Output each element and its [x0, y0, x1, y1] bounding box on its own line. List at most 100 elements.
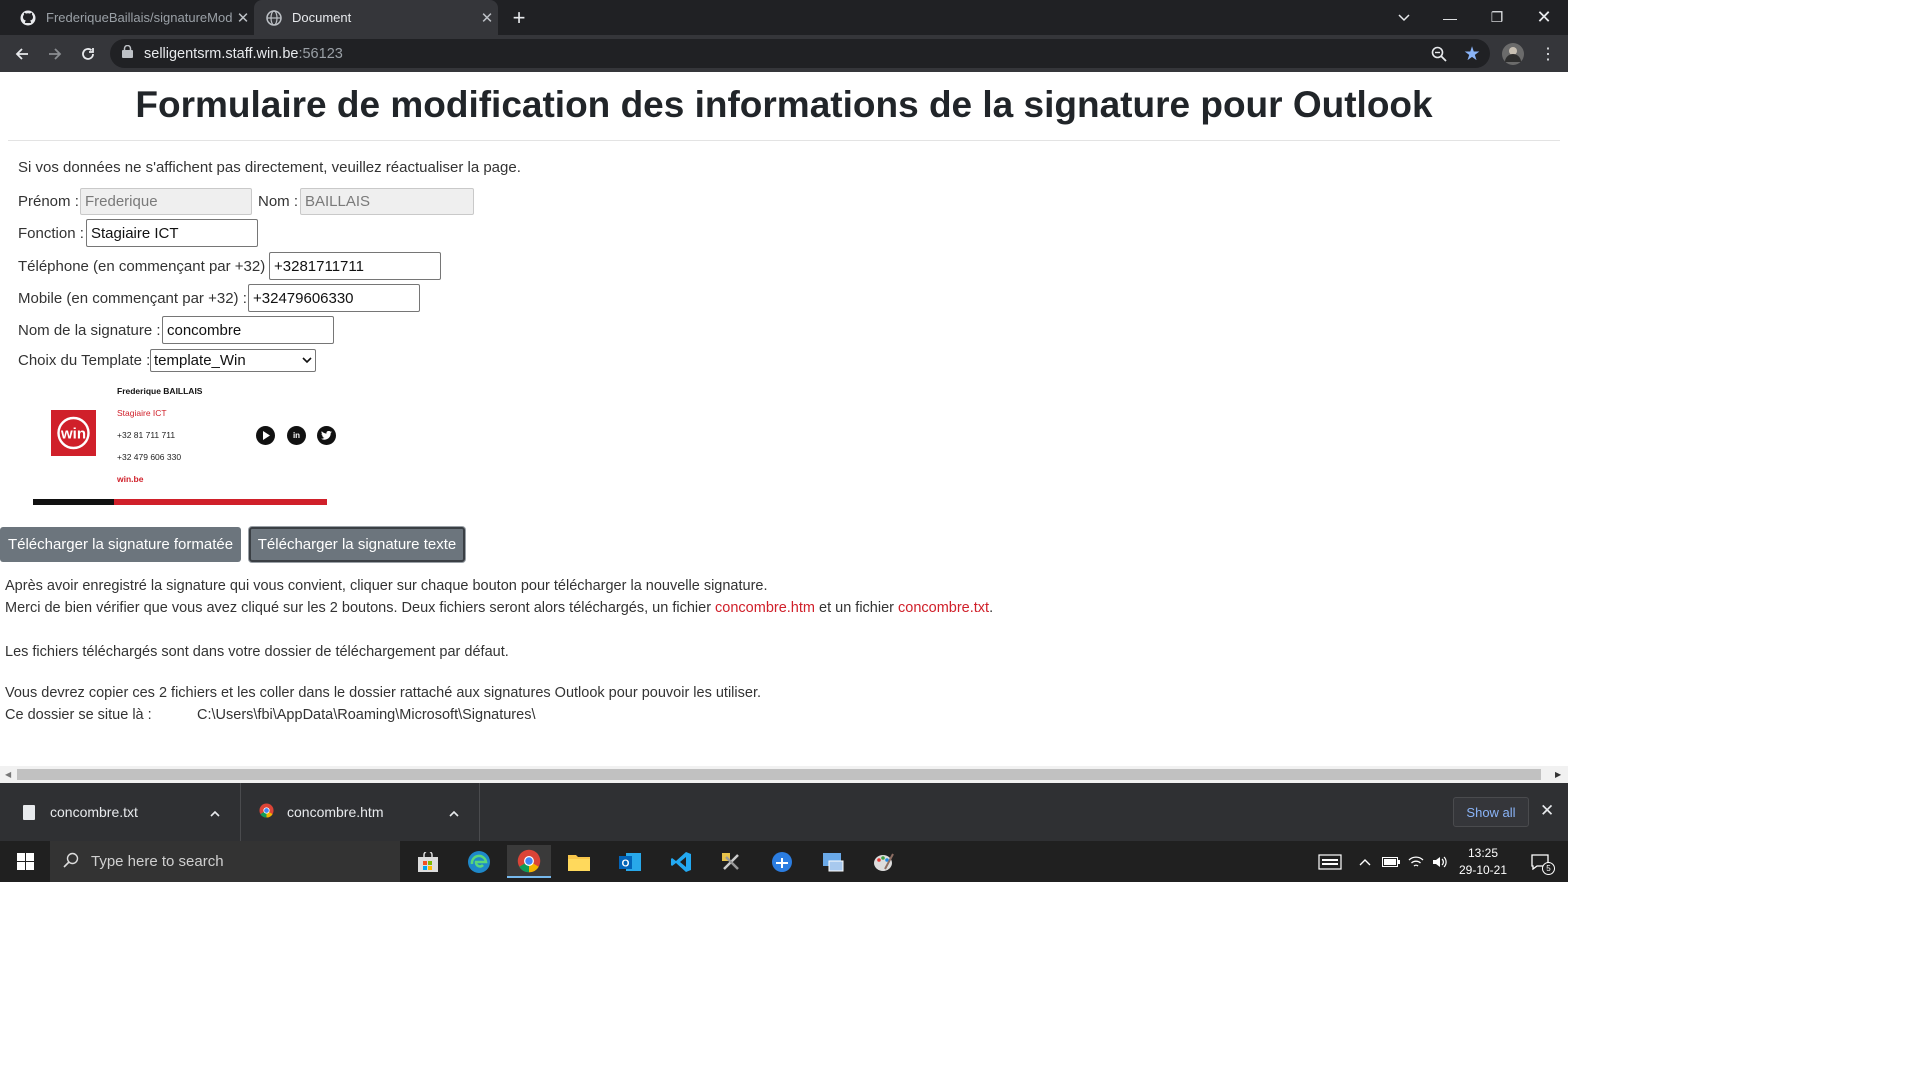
windows-start-icon[interactable] [3, 845, 47, 878]
signature-function: Stagiaire ICT [117, 408, 167, 418]
search-icon [63, 852, 79, 872]
svg-text:O: O [622, 858, 630, 869]
outlook-icon[interactable]: O [608, 845, 652, 878]
download-item-htm[interactable]: concombre.htm [242, 783, 480, 841]
clock-date: 29-10-21 [1458, 862, 1508, 877]
prenom-field [80, 188, 252, 215]
clock[interactable]: 13:25 29-10-21 [1453, 841, 1513, 882]
bookmark-star-icon[interactable]: ★ [1460, 42, 1484, 66]
edge-icon[interactable] [457, 845, 501, 878]
close-tab-icon[interactable]: ✕ [232, 9, 254, 27]
downloads-bar: concombre.txt concombre.htm Show all ✕ [0, 783, 1568, 841]
microsoft-store-icon[interactable] [406, 845, 450, 878]
signature-name: Frederique BAILLAIS [117, 386, 203, 396]
youtube-icon[interactable] [256, 426, 275, 445]
tab-strip: FrederiqueBaillais/signatureMod ✕ Docume… [0, 0, 1568, 35]
chevron-down-icon[interactable] [1381, 0, 1427, 35]
windows-taskbar: Type here to search O 13:25 29-10-21 5 [0, 841, 1568, 882]
signatures-folder-path: C:\Users\fbi\AppData\Roaming\Microsoft\S… [197, 707, 536, 723]
page-title: Formulaire de modification des informati… [135, 84, 1433, 125]
minimize-icon[interactable]: — [1427, 0, 1473, 35]
page-content: Formulaire de modification des informati… [0, 72, 1568, 766]
signature-bar-black [33, 499, 114, 505]
battery-icon[interactable] [1380, 841, 1402, 882]
instruction-text: et un fichier [814, 600, 898, 616]
url-host: selligentsrm.staff.win.be [144, 45, 299, 62]
mobile-label: Mobile (en commençant par +32) : [18, 290, 247, 307]
notifications-icon[interactable]: 5 [1520, 841, 1560, 882]
globe-icon [266, 9, 282, 26]
folder-label: Ce dossier se situe là : [5, 707, 152, 723]
refresh-notice: Si vos données ne s'affichent pas direct… [18, 159, 521, 176]
tab-title: FrederiqueBaillais/signatureMod [46, 10, 232, 25]
chevron-up-icon[interactable] [190, 804, 240, 820]
download-text-button[interactable]: Télécharger la signature texte [249, 527, 465, 562]
template-select[interactable]: template_Win [150, 349, 316, 372]
github-icon [20, 10, 36, 26]
vscode-icon[interactable] [659, 845, 703, 878]
telephone-label: Téléphone (en commençant par +32) : [18, 258, 274, 275]
show-all-button[interactable]: Show all [1453, 797, 1529, 827]
zoom-icon[interactable] [1427, 42, 1451, 66]
svg-text:win: win [60, 426, 86, 443]
instruction-line2: Merci de bien vérifier que vous avez cli… [5, 600, 993, 616]
download-item-txt[interactable]: concombre.txt [0, 783, 241, 841]
template-label: Choix du Template : [18, 352, 151, 369]
tools-icon[interactable] [709, 845, 753, 878]
instruction-line4: Vous devrez copier ces 2 fichiers et les… [5, 685, 761, 701]
chevron-up-icon[interactable] [429, 804, 479, 820]
file-txt-name: concombre.txt [898, 600, 990, 616]
scroll-right-icon[interactable]: ▶ [1555, 770, 1561, 779]
linkedin-icon[interactable]: in [287, 426, 306, 445]
twitter-icon[interactable] [317, 426, 336, 445]
signature-name-label: Nom de la signature : [18, 322, 161, 339]
fonction-label: Fonction : [18, 225, 84, 242]
prenom-label: Prénom : [18, 193, 79, 210]
reload-icon[interactable] [76, 42, 100, 66]
chrome-icon[interactable] [507, 845, 551, 878]
close-downloads-icon[interactable]: ✕ [1540, 801, 1554, 821]
close-tab-icon[interactable]: ✕ [476, 9, 498, 27]
lock-icon [122, 44, 134, 63]
search-placeholder: Type here to search [91, 853, 224, 870]
tab-github[interactable]: FrederiqueBaillais/signatureMod ✕ [0, 0, 254, 35]
menu-kebab-icon[interactable]: ⋮ [1536, 42, 1560, 66]
instruction-line1: Après avoir enregistré la signature qui … [5, 578, 768, 594]
address-bar[interactable]: selligentsrm.staff.win.be:56123 [110, 39, 1490, 68]
mobile-field[interactable] [248, 284, 420, 312]
tab-document[interactable]: Document ✕ [254, 0, 498, 35]
taskbar-search[interactable]: Type here to search [50, 841, 400, 882]
file-htm-name: concombre.htm [715, 600, 815, 616]
file-icon [23, 804, 35, 820]
new-tab-icon[interactable]: + [496, 0, 542, 35]
input-indicator-icon[interactable] [1313, 841, 1347, 882]
close-window-icon[interactable]: ✕ [1521, 0, 1567, 35]
remote-support-icon[interactable] [760, 845, 804, 878]
horizontal-scrollbar[interactable]: ◀ ▶ [0, 766, 1568, 783]
template-selected-value: template_Win [154, 352, 246, 369]
signature-bar-red [114, 499, 327, 505]
paint-icon[interactable] [861, 845, 905, 878]
profile-avatar[interactable] [1501, 42, 1525, 66]
scrollbar-thumb[interactable] [17, 769, 1541, 780]
volume-icon[interactable] [1429, 841, 1451, 882]
back-icon[interactable] [10, 42, 34, 66]
signature-phone: +32 81 711 711 [117, 430, 176, 440]
nom-field [300, 188, 474, 215]
signature-name-field[interactable] [162, 316, 334, 344]
remote-desktop-icon[interactable] [811, 845, 855, 878]
scroll-left-icon[interactable]: ◀ [5, 770, 11, 779]
signature-website: win.be [117, 474, 144, 484]
fonction-field[interactable] [86, 219, 258, 247]
file-explorer-icon[interactable] [557, 845, 601, 878]
instruction-text: . [989, 600, 994, 616]
win-logo: win [51, 410, 96, 456]
restore-icon[interactable]: ❐ [1474, 0, 1520, 35]
wifi-icon[interactable] [1405, 841, 1427, 882]
telephone-field[interactable] [269, 252, 441, 280]
divider [8, 140, 1560, 141]
download-filename: concombre.txt [50, 804, 138, 820]
download-formatted-button[interactable]: Télécharger la signature formatée [0, 527, 241, 562]
forward-icon[interactable] [43, 42, 67, 66]
tray-chevron-up-icon[interactable] [1355, 841, 1375, 882]
